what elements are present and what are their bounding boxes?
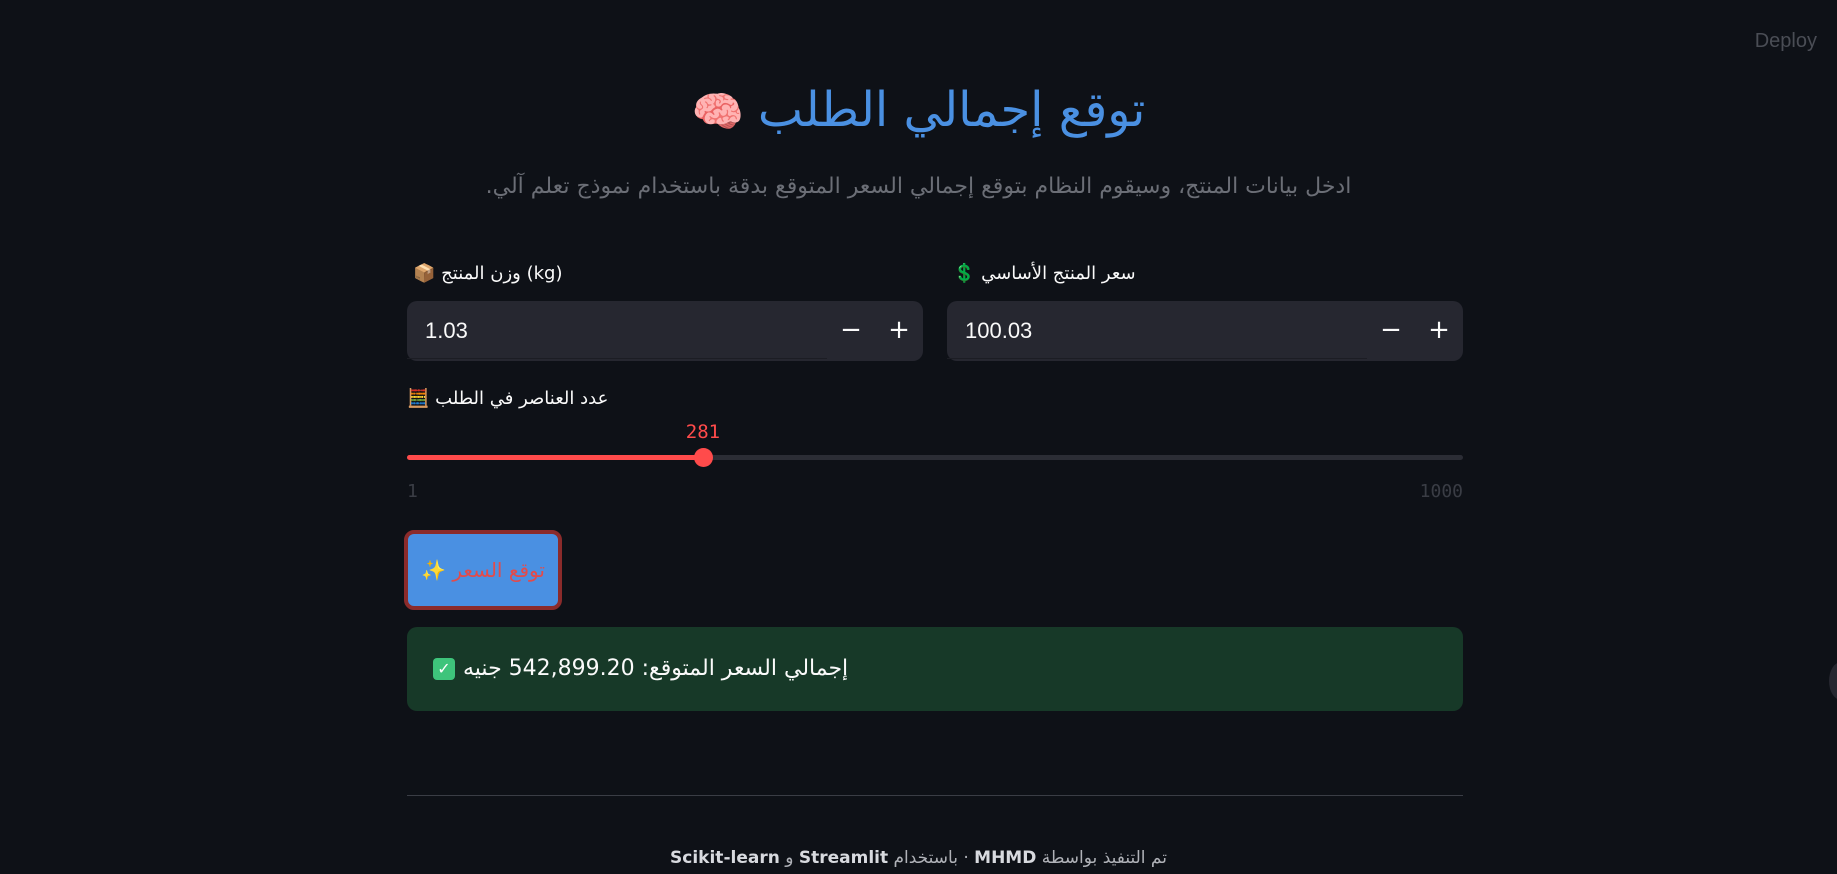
page-title: 🧠 توقع إجمالي الطلب [0, 78, 1837, 144]
price-decrement-button[interactable]: − [1367, 301, 1415, 361]
package-icon: 📦 [413, 263, 436, 284]
price-increment-button[interactable]: + [1415, 301, 1463, 361]
result-message: ✓ إجمالي السعر المتوقع: 542,899.20 جنيه [433, 627, 848, 711]
predict-price-button[interactable]: ✨ توقع السعر [404, 530, 562, 610]
price-label: 💲 سعر المنتج الأساسي [953, 263, 1136, 284]
slider-thumb[interactable] [693, 448, 713, 467]
page-title-text: توقع إجمالي الطلب [757, 82, 1146, 138]
weight-decrement-button[interactable]: − [827, 301, 875, 361]
deploy-button[interactable]: Deploy [1755, 30, 1817, 53]
weight-label-text: وزن المنتج (kg) [441, 263, 563, 284]
dollar-icon: 💲 [953, 263, 976, 284]
divider [407, 795, 1463, 796]
abacus-icon: 🧮 [407, 388, 430, 409]
input-underline [407, 358, 827, 359]
slider-fill [407, 455, 703, 460]
footer-and: و [785, 848, 794, 868]
footer-author: MHMD [974, 848, 1037, 868]
footer-tool1: Streamlit [798, 848, 889, 868]
page-subtitle: .ادخل بيانات المنتج، وسيقوم النظام بتوقع… [485, 174, 1352, 199]
footer-tool2: Scikit-learn [670, 848, 780, 868]
side-toggle-button[interactable] [1829, 662, 1837, 700]
predict-button-label: توقع السعر [452, 558, 545, 582]
check-icon: ✓ [433, 658, 455, 680]
slider-min-label: 1 [407, 481, 418, 502]
footer: Scikit-learn و Streamlit باستخدام · MHMD… [0, 848, 1837, 868]
price-label-text: سعر المنتج الأساسي [981, 263, 1136, 284]
brain-icon: 🧠 [691, 87, 744, 136]
weight-increment-button[interactable]: + [875, 301, 923, 361]
slider-max-label: 1000 [1419, 481, 1463, 502]
footer-prefix: تم التنفيذ بواسطة [1041, 848, 1167, 868]
items-count-slider[interactable]: 281 [407, 421, 1463, 467]
price-number-input: 100.03 − + [947, 301, 1463, 361]
weight-number-input: 1.03 − + [407, 301, 923, 361]
result-text: إجمالي السعر المتوقع: 542,899.20 جنيه [463, 656, 849, 681]
sparkles-icon: ✨ [421, 558, 446, 582]
footer-sep: · [963, 848, 969, 868]
weight-input[interactable]: 1.03 [425, 301, 468, 361]
items-count-label: 🧮 عدد العناصر في الطلب [407, 388, 608, 409]
footer-middle: باستخدام [893, 848, 958, 868]
prediction-result: ✓ إجمالي السعر المتوقع: 542,899.20 جنيه [407, 627, 1463, 711]
price-input[interactable]: 100.03 [965, 301, 1032, 361]
weight-label: 📦 وزن المنتج (kg) [413, 263, 562, 284]
input-underline [947, 358, 1367, 359]
items-count-label-text: عدد العناصر في الطلب [435, 388, 609, 409]
slider-value: 281 [685, 421, 721, 443]
